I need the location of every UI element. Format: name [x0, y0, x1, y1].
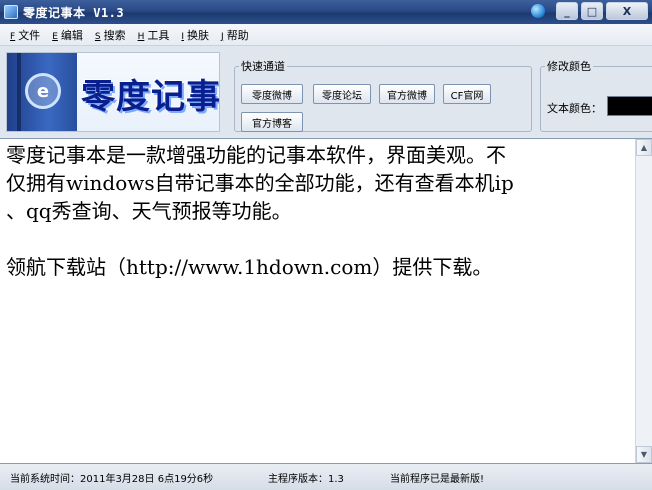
text-color-swatch[interactable] [607, 96, 652, 116]
menu-file-label: 文件 [18, 28, 41, 42]
menu-search-label: 搜索 [103, 28, 126, 42]
skin-icon[interactable] [531, 4, 545, 18]
status-bar: 当前系统时间：2011年3月28日 6点19分6秒 主程序版本：1.3 当前程序… [0, 464, 652, 490]
menu-search-key: S [94, 31, 101, 42]
window-title: 零度记事本 V1.3 [23, 5, 125, 20]
lingdu-forum-button[interactable]: 零度论坛 [313, 84, 371, 104]
text-color-label: 文本颜色： [547, 102, 602, 115]
color-settings-group: 修改颜色 文本颜色： [540, 58, 652, 132]
quick-access-group: 快速通道 零度微博 零度论坛 官方微博 CF官网 官方博客 [234, 58, 532, 132]
editor-line: 、qq秀查询、天气预报等功能。 [6, 199, 292, 223]
menu-edit[interactable]: E 编辑 [46, 27, 89, 43]
menu-edit-key: E [52, 31, 58, 42]
official-weibo-button[interactable]: 官方微博 [379, 84, 435, 104]
menu-skin-label: 换肤 [187, 28, 210, 42]
status-version: 主程序版本：1.3 [268, 473, 344, 485]
app-logo: e 零度记事本 [6, 52, 220, 132]
close-button[interactable]: X [606, 2, 648, 20]
editor-line: 领航下载站（http://www.1hdown.com）提供下载。 [6, 255, 493, 279]
quick-access-legend: 快速通道 [241, 60, 285, 73]
status-update: 当前程序已是最新版! [390, 473, 485, 485]
menu-file[interactable]: F 文件 [4, 27, 46, 43]
menu-skin[interactable]: I 换肤 [175, 27, 215, 43]
header-panel: e 零度记事本 快速通道 零度微博 零度论坛 官方微博 CF官网 官方博客 修改… [0, 46, 652, 138]
vertical-scrollbar[interactable]: ▲ ▼ [635, 139, 652, 463]
status-system-time: 当前系统时间：2011年3月28日 6点19分6秒 [10, 473, 214, 485]
menu-bar: F 文件 E 编辑 S 搜索 H 工具 I 换肤 J 帮助 [0, 24, 652, 46]
window-controls: _ □ X [531, 2, 648, 20]
title-bar[interactable]: 零度记事本 V1.3 _ □ X [0, 0, 652, 24]
editor-content[interactable]: 零度记事本是一款增强功能的记事本软件，界面美观。不 仅拥有windows自带记事… [6, 141, 628, 281]
app-icon [4, 5, 18, 19]
editor-line [6, 225, 628, 253]
menu-tools-label: 工具 [147, 28, 170, 42]
menu-search[interactable]: S 搜索 [89, 27, 132, 43]
cf-official-button[interactable]: CF官网 [443, 84, 491, 104]
menu-help-label: 帮助 [226, 28, 249, 42]
menu-tools-key: H [137, 31, 145, 42]
maximize-button[interactable]: □ [581, 2, 603, 20]
text-editor[interactable]: 零度记事本是一款增强功能的记事本软件，界面美观。不 仅拥有windows自带记事… [0, 138, 652, 464]
menu-edit-label: 编辑 [60, 28, 83, 42]
menu-tools[interactable]: H 工具 [132, 27, 176, 43]
editor-line: 仅拥有windows自带记事本的全部功能，还有查看本机ip [6, 171, 514, 195]
minimize-button[interactable]: _ [556, 2, 578, 20]
editor-line: 零度记事本是一款增强功能的记事本软件，界面美观。不 [6, 143, 506, 167]
scroll-down-icon[interactable]: ▼ [636, 446, 652, 463]
official-blog-button[interactable]: 官方博客 [241, 112, 303, 132]
menu-help-key: J [221, 31, 224, 42]
scroll-up-icon[interactable]: ▲ [636, 139, 652, 156]
ie-emblem-icon: e [25, 73, 61, 109]
menu-file-key: F [10, 31, 16, 42]
color-settings-legend: 修改颜色 [547, 60, 591, 73]
logo-text: 零度记事本 [81, 77, 220, 117]
menu-skin-key: I [181, 31, 185, 42]
lingdu-weibo-button[interactable]: 零度微博 [241, 84, 303, 104]
menu-help[interactable]: J 帮助 [215, 27, 255, 43]
